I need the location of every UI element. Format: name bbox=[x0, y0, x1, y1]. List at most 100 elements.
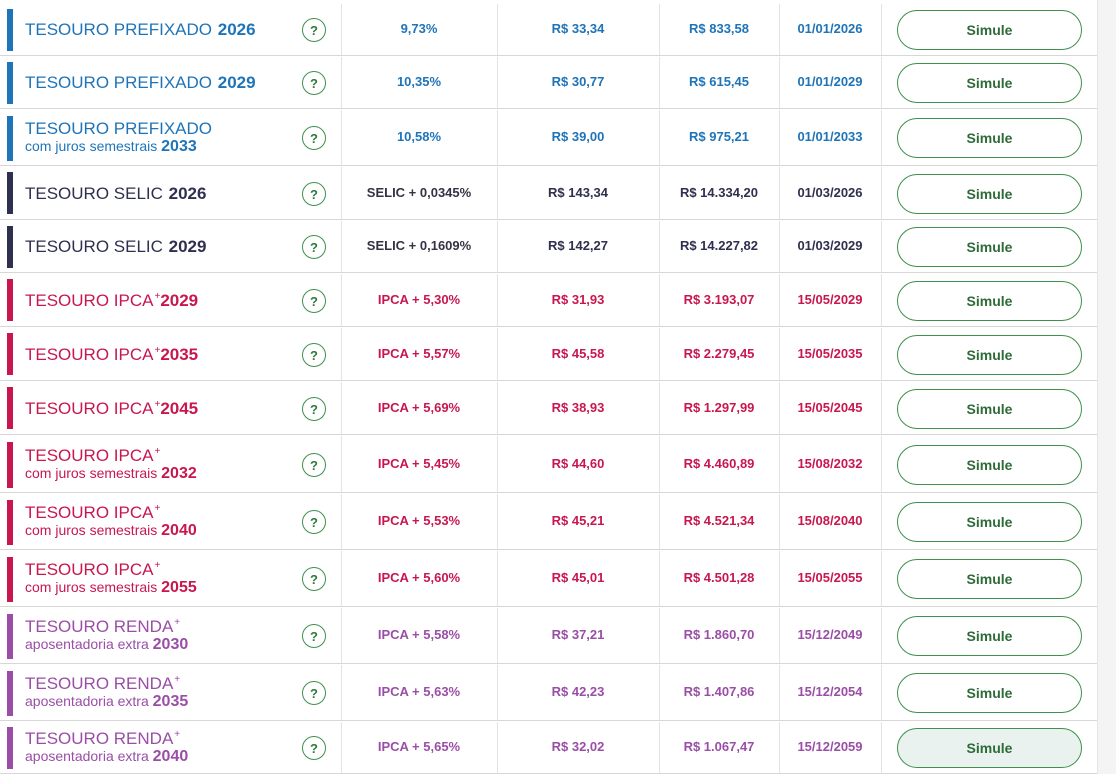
maturity-date: 01/03/2026 bbox=[797, 185, 863, 200]
bond-title: TESOURO RENDA+ aposentadoria extra 2030 bbox=[25, 617, 188, 653]
table-row: TESOURO SELIC 2029 ? SELIC + 0,1609% R$ … bbox=[0, 221, 1098, 273]
unit-price: R$ 975,21 bbox=[689, 129, 749, 144]
simulate-button[interactable]: Simule bbox=[897, 118, 1082, 158]
bond-title-main: TESOURO SELIC 2029 bbox=[25, 237, 207, 256]
minimum-investment: R$ 39,00 bbox=[551, 129, 605, 144]
table-row: TESOURO PREFIXADO com juros semestrais 2… bbox=[0, 110, 1098, 166]
bond-title-sub: com juros semestrais 2032 bbox=[25, 465, 197, 482]
simulate-button[interactable]: Simule bbox=[897, 281, 1082, 321]
table-row: TESOURO IPCA+ com juros semestrais 2040 … bbox=[0, 494, 1098, 550]
table-row: TESOURO PREFIXADO 2026 ? 9,73% R$ 33,34 … bbox=[0, 4, 1098, 56]
bond-title-main: TESOURO SELIC 2026 bbox=[25, 184, 207, 203]
category-color-bar bbox=[7, 279, 13, 321]
help-icon[interactable]: ? bbox=[302, 510, 326, 534]
annual-rate: SELIC + 0,1609% bbox=[366, 238, 472, 253]
minimum-investment: R$ 45,58 bbox=[551, 346, 605, 361]
category-color-bar bbox=[7, 116, 13, 161]
help-icon[interactable]: ? bbox=[302, 397, 326, 421]
minimum-investment: R$ 44,60 bbox=[551, 456, 605, 471]
simulate-button[interactable]: Simule bbox=[897, 335, 1082, 375]
simulate-button[interactable]: Simule bbox=[897, 616, 1082, 656]
table-row: TESOURO IPCA+ com juros semestrais 2032 … bbox=[0, 436, 1098, 493]
annual-rate: IPCA + 5,60% bbox=[377, 570, 461, 585]
column-divider bbox=[881, 494, 882, 549]
simulate-button[interactable]: Simule bbox=[897, 389, 1082, 429]
simulate-button[interactable]: Simule bbox=[897, 673, 1082, 713]
bond-title-sub: com juros semestrais 2033 bbox=[25, 138, 197, 155]
help-icon[interactable]: ? bbox=[302, 289, 326, 313]
bond-title: TESOURO IPCA+ com juros semestrais 2055 bbox=[25, 560, 197, 596]
unit-price: R$ 833,58 bbox=[689, 21, 749, 36]
simulate-button[interactable]: Simule bbox=[897, 227, 1082, 267]
simulate-button[interactable]: Simule bbox=[897, 559, 1082, 599]
unit-price: R$ 615,45 bbox=[689, 74, 749, 89]
help-icon[interactable]: ? bbox=[302, 567, 326, 591]
help-icon[interactable]: ? bbox=[302, 736, 326, 760]
unit-price: R$ 14.227,82 bbox=[679, 238, 759, 253]
help-icon[interactable]: ? bbox=[302, 235, 326, 259]
table-row: TESOURO RENDA+ aposentadoria extra 2030 … bbox=[0, 608, 1098, 664]
right-panel-edge bbox=[1097, 0, 1116, 774]
column-divider bbox=[881, 274, 882, 326]
bond-title-sub: com juros semestrais 2055 bbox=[25, 579, 197, 596]
minimum-investment: R$ 45,21 bbox=[551, 513, 605, 528]
help-icon[interactable]: ? bbox=[302, 453, 326, 477]
help-icon[interactable]: ? bbox=[302, 624, 326, 648]
bond-title-main: TESOURO IPCA+2045 bbox=[25, 399, 199, 418]
maturity-date: 15/05/2029 bbox=[797, 292, 863, 307]
table-row: TESOURO SELIC 2026 ? SELIC + 0,0345% R$ … bbox=[0, 167, 1098, 220]
table-row: TESOURO IPCA+2045 ? IPCA + 5,69% R$ 38,9… bbox=[0, 382, 1098, 435]
category-color-bar bbox=[7, 671, 13, 716]
bond-title-main: TESOURO IPCA+ bbox=[25, 446, 161, 465]
bond-title: TESOURO PREFIXADO com juros semestrais 2… bbox=[25, 119, 213, 155]
minimum-investment: R$ 31,93 bbox=[551, 292, 605, 307]
bond-title-sub: aposentadoria extra 2035 bbox=[25, 693, 189, 710]
column-divider bbox=[881, 110, 882, 165]
maturity-date: 15/08/2040 bbox=[797, 513, 863, 528]
column-divider bbox=[881, 4, 882, 55]
simulate-button[interactable]: Simule bbox=[897, 174, 1082, 214]
help-icon[interactable]: ? bbox=[302, 71, 326, 95]
bond-title: TESOURO IPCA+2029 bbox=[25, 291, 198, 310]
simulate-button[interactable]: Simule bbox=[897, 10, 1082, 50]
maturity-date: 01/01/2029 bbox=[797, 74, 863, 89]
simulate-button[interactable]: Simule bbox=[897, 502, 1082, 542]
bond-title-main: TESOURO PREFIXADO 2026 bbox=[25, 20, 256, 39]
maturity-date: 15/05/2045 bbox=[797, 400, 863, 415]
bond-title: TESOURO SELIC 2029 bbox=[25, 237, 206, 256]
unit-price: R$ 4.460,89 bbox=[683, 456, 755, 471]
table-row: TESOURO IPCA+ com juros semestrais 2055 … bbox=[0, 551, 1098, 607]
unit-price: R$ 4.501,28 bbox=[683, 570, 755, 585]
column-divider bbox=[881, 382, 882, 434]
bond-title-main: TESOURO RENDA+ bbox=[25, 674, 181, 693]
unit-price: R$ 1.860,70 bbox=[683, 627, 755, 642]
help-icon[interactable]: ? bbox=[302, 126, 326, 150]
help-icon[interactable]: ? bbox=[302, 343, 326, 367]
bond-title: TESOURO IPCA+2045 bbox=[25, 399, 198, 418]
simulate-button[interactable]: Simule bbox=[897, 63, 1082, 103]
help-icon[interactable]: ? bbox=[302, 18, 326, 42]
minimum-investment: R$ 142,27 bbox=[548, 238, 608, 253]
table-row: TESOURO RENDA+ aposentadoria extra 2040 … bbox=[0, 722, 1098, 774]
help-icon[interactable]: ? bbox=[302, 182, 326, 206]
table-row: TESOURO PREFIXADO 2029 ? 10,35% R$ 30,77… bbox=[0, 57, 1098, 109]
bond-title: TESOURO IPCA+ com juros semestrais 2040 bbox=[25, 503, 197, 539]
unit-price: R$ 4.521,34 bbox=[683, 513, 755, 528]
minimum-investment: R$ 143,34 bbox=[548, 185, 608, 200]
annual-rate: IPCA + 5,30% bbox=[377, 292, 461, 307]
bond-title-main: TESOURO RENDA+ bbox=[25, 729, 181, 748]
annual-rate: IPCA + 5,58% bbox=[377, 627, 461, 642]
annual-rate: IPCA + 5,65% bbox=[377, 739, 461, 754]
minimum-investment: R$ 38,93 bbox=[551, 400, 605, 415]
bond-title: TESOURO PREFIXADO 2029 bbox=[25, 73, 256, 92]
column-divider bbox=[881, 436, 882, 492]
bond-title-sub: aposentadoria extra 2030 bbox=[25, 636, 189, 653]
column-divider bbox=[881, 722, 882, 773]
table-row: TESOURO RENDA+ aposentadoria extra 2035 … bbox=[0, 665, 1098, 721]
help-icon[interactable]: ? bbox=[302, 681, 326, 705]
category-color-bar bbox=[7, 727, 13, 769]
maturity-date: 15/12/2059 bbox=[797, 739, 863, 754]
simulate-button[interactable]: Simule bbox=[897, 445, 1082, 485]
bond-title-sub: com juros semestrais 2040 bbox=[25, 522, 197, 539]
simulate-button[interactable]: Simule bbox=[897, 728, 1082, 768]
